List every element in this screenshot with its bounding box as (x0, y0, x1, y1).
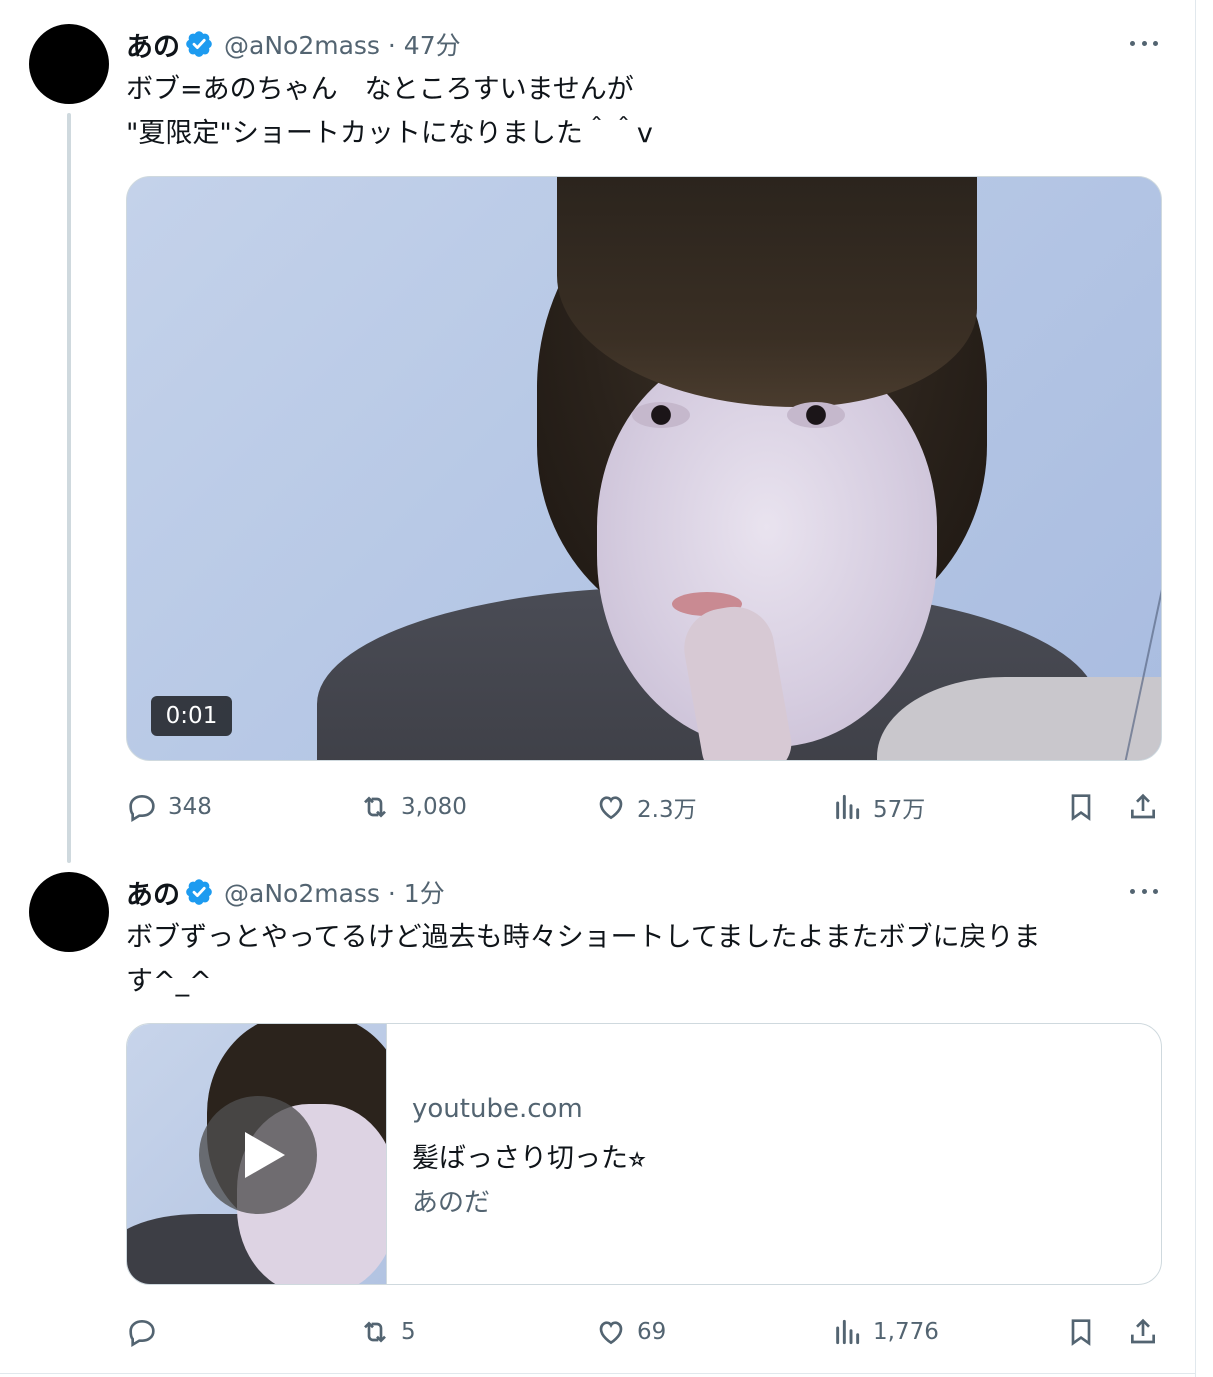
bookmark-icon (1071, 1319, 1091, 1346)
repost-count: 5 (401, 1319, 416, 1345)
views-icon (836, 1319, 860, 1345)
link-card[interactable]: youtube.com 髪ばっさり切った⭐︎ あのだ (126, 1023, 1162, 1285)
tweet-2[interactable]: あの @aNo2mass · 1分 ボブずっとやってるけど過去も時々ショートして… (0, 0, 1195, 1373)
play-icon[interactable] (199, 1096, 317, 1214)
bottom-divider (0, 1373, 1196, 1374)
repost-button[interactable]: 5 (359, 1312, 416, 1352)
views-count: 1,776 (873, 1319, 939, 1345)
share-icon (1131, 1318, 1155, 1344)
tweet-text-line: す^_^ (126, 966, 212, 997)
verified-badge-icon (186, 879, 212, 905)
share-button[interactable] (1127, 1312, 1159, 1352)
tweet-text: ボブずっとやってるけど過去も時々ショートしてましたよまたボブに戻りま す^_^ (126, 916, 1171, 1004)
tweet-text-line: ボブずっとやってるけど過去も時々ショートしてましたよまたボブに戻りま (126, 922, 1041, 953)
repost-icon (364, 1321, 386, 1343)
like-count: 69 (637, 1319, 667, 1345)
card-domain: youtube.com (412, 1094, 583, 1124)
views-button[interactable]: 1,776 (831, 1312, 939, 1352)
reply-button[interactable] (126, 1312, 168, 1352)
tweet-header: あの @aNo2mass · 1分 (126, 873, 445, 912)
action-bar: 5 69 1,776 (126, 1312, 1166, 1352)
handle-and-time[interactable]: @aNo2mass · 1分 (224, 874, 445, 910)
card-thumbnail (127, 1024, 387, 1284)
card-description: あのだ (412, 1188, 491, 1218)
like-button[interactable]: 69 (595, 1312, 666, 1352)
column-border (1195, 0, 1196, 1377)
reply-icon (129, 1319, 155, 1348)
avatar[interactable] (29, 872, 109, 952)
bookmark-button[interactable] (1065, 1312, 1097, 1352)
display-name[interactable]: あの (126, 873, 180, 912)
more-icon[interactable] (1124, 881, 1164, 901)
card-title: 髪ばっさり切った⭐︎ (412, 1143, 647, 1174)
like-icon (599, 1321, 623, 1345)
